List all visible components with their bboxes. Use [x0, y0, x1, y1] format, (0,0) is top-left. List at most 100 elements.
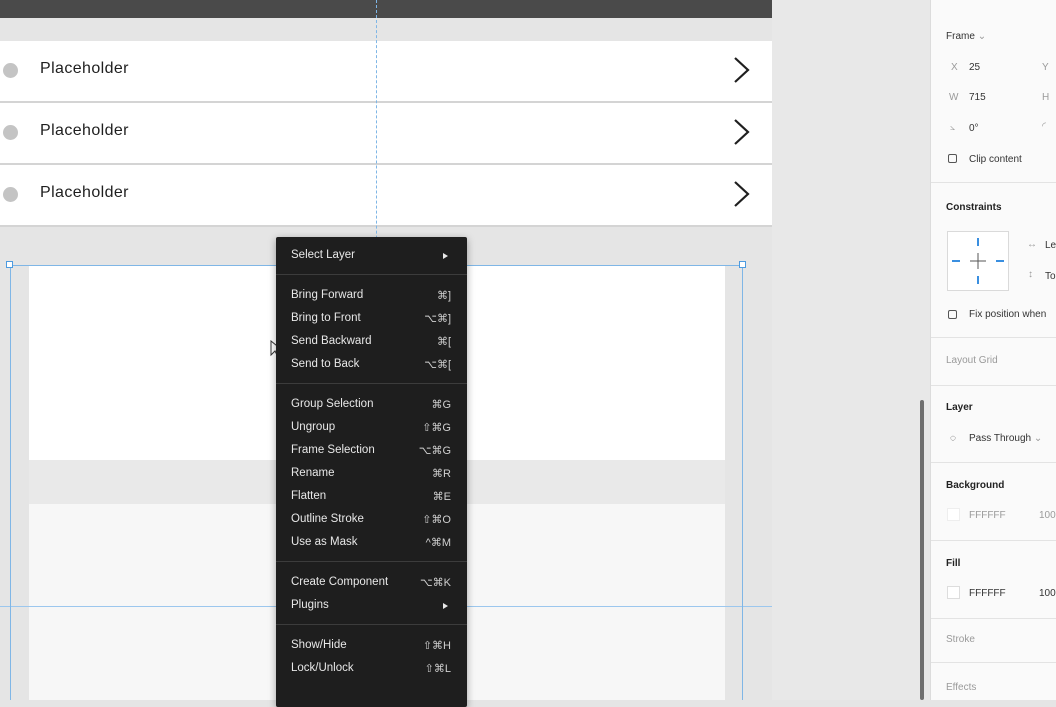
context-menu: Select Layer Bring Forward ⌘] Bring to Fron… [276, 237, 467, 707]
menu-item-label: Send Backward [291, 335, 372, 347]
menu-item-shortcut: ⇧⌘O [422, 514, 451, 526]
menu-item-rename[interactable]: Rename ⌘R [276, 464, 467, 484]
menu-item-label: Plugins [291, 599, 329, 611]
horizontal-constraint-select[interactable]: Le [1045, 240, 1056, 251]
menu-item-label: Outline Stroke [291, 513, 364, 525]
menu-item-shortcut: ⇧⌘G [422, 422, 451, 434]
x-input[interactable]: 25 [969, 62, 980, 73]
layout-grid-title[interactable]: Layout Grid [946, 355, 998, 366]
list-item[interactable]: Placeholder [0, 41, 772, 103]
menu-item-shortcut: ⌥⌘K [419, 577, 451, 589]
layer-title: Layer [946, 402, 973, 413]
fix-position-label: Fix position when [969, 309, 1047, 320]
status-dot-icon [3, 125, 18, 140]
fill-swatch[interactable] [947, 586, 960, 599]
menu-item-label: Flatten [291, 490, 327, 502]
w-label: W [949, 92, 959, 103]
menu-item-label: Frame Selection [291, 444, 375, 456]
blend-mode-value: Pass Through [969, 433, 1032, 444]
properties-panel: Frame ⌄ X 25 Y W 715 H ⦣ 0° ◜ Clip conte… [930, 0, 1056, 700]
background-opacity[interactable]: 100 [1039, 510, 1056, 521]
list-item-label: Placeholder [40, 60, 129, 77]
chevron-right-icon[interactable] [730, 117, 752, 147]
effects-section: Effects [931, 662, 1056, 700]
menu-item-label: Create Component [291, 576, 389, 588]
background-hex[interactable]: FFFFFF [969, 510, 1006, 521]
menu-item-show-hide[interactable]: Show/Hide ⇧⌘H [276, 636, 467, 656]
menu-item-label: Select Layer [291, 249, 355, 261]
menu-item-label: Use as Mask [291, 536, 358, 548]
vertical-constraint-icon: ↕ [1028, 269, 1033, 280]
stroke-title[interactable]: Stroke [946, 634, 975, 645]
chevron-down-icon: ⌄ [977, 31, 987, 42]
chevron-right-icon[interactable] [730, 55, 752, 85]
list-item-label: Placeholder [40, 184, 129, 201]
menu-item-label: Show/Hide [291, 639, 347, 651]
menu-item-group-selection[interactable]: Group Selection ⌘G [276, 395, 467, 415]
x-label: X [951, 62, 958, 73]
clip-content-checkbox[interactable] [948, 154, 957, 163]
menu-separator [276, 561, 467, 562]
w-input[interactable]: 715 [969, 92, 986, 103]
background-swatch[interactable] [947, 508, 960, 521]
menu-item-send-to-back[interactable]: Send to Back ⌥⌘[ [276, 355, 467, 375]
background-section: Background FFFFFF 100 [931, 462, 1056, 541]
menu-item-label: Bring to Front [291, 312, 361, 324]
menu-item-shortcut: ⌥⌘] [424, 313, 451, 325]
clip-content-label: Clip content [969, 154, 1022, 165]
menu-item-shortcut: ⌘[ [436, 336, 451, 348]
menu-item-frame-selection[interactable]: Frame Selection ⌥⌘G [276, 441, 467, 461]
menu-item-label: Rename [291, 467, 335, 479]
menu-item-create-component[interactable]: Create Component ⌥⌘K [276, 573, 467, 593]
menu-item-shortcut: ⇧⌘H [422, 640, 451, 652]
vertical-constraint-select[interactable]: To [1045, 271, 1056, 282]
menu-item-outline-stroke[interactable]: Outline Stroke ⇧⌘O [276, 510, 467, 530]
frame-title: Frame [946, 31, 975, 42]
menu-item-select-layer[interactable]: Select Layer [276, 246, 467, 266]
layout-grid-section: Layout Grid [931, 337, 1056, 386]
menu-item-send-backward[interactable]: Send Backward ⌘[ [276, 332, 467, 352]
menu-item-shortcut: ⌘R [432, 468, 451, 480]
list-item[interactable]: Placeholder [0, 103, 772, 165]
canvas-scrollbar[interactable] [920, 400, 924, 700]
dark-header-bar [0, 0, 772, 18]
h-label: H [1042, 92, 1050, 103]
menu-item-shortcut: ^⌘M [425, 537, 451, 549]
menu-item-label: Send to Back [291, 358, 360, 370]
resize-handle-top-left[interactable] [6, 261, 13, 268]
resize-handle-top-right[interactable] [739, 261, 746, 268]
menu-item-shortcut: ⌘] [436, 290, 451, 302]
layer-section: Layer ◌ Pass Through ⌄ [931, 385, 1056, 463]
stroke-section: Stroke [931, 618, 1056, 663]
fill-hex[interactable]: FFFFFF [969, 588, 1006, 599]
fill-opacity[interactable]: 100 [1039, 588, 1056, 599]
constraints-section: Constraints ↔ Le ↕ To Fix position when [931, 182, 1056, 338]
blend-mode-select[interactable]: Pass Through ⌄ [969, 433, 1042, 444]
rotation-input[interactable]: 0° [969, 123, 979, 134]
horizontal-constraint-icon: ↔ [1027, 239, 1037, 250]
fill-title: Fill [946, 558, 961, 569]
list-item[interactable]: Placeholder [0, 165, 772, 227]
status-dot-icon [3, 187, 18, 202]
fix-position-checkbox[interactable] [948, 310, 957, 319]
submenu-arrow-icon [443, 603, 448, 609]
frame-section: Frame ⌄ X 25 Y W 715 H ⦣ 0° ◜ Clip conte… [931, 0, 1056, 182]
canvas-gap [772, 0, 930, 700]
chevron-right-icon[interactable] [730, 179, 752, 209]
menu-item-shortcut: ⌘E [432, 491, 451, 503]
frame-dropdown[interactable]: Frame ⌄ [946, 31, 986, 42]
menu-separator [276, 383, 467, 384]
y-label: Y [1042, 62, 1049, 73]
constraints-widget[interactable] [947, 231, 1009, 291]
status-dot-icon [3, 63, 18, 78]
menu-item-use-as-mask[interactable]: Use as Mask ^⌘M [276, 533, 467, 553]
menu-item-flatten[interactable]: Flatten ⌘E [276, 487, 467, 507]
menu-item-bring-forward[interactable]: Bring Forward ⌘] [276, 286, 467, 306]
menu-item-ungroup[interactable]: Ungroup ⇧⌘G [276, 418, 467, 438]
menu-item-label: Group Selection [291, 398, 374, 410]
constraints-cross-icon [952, 238, 1004, 284]
menu-item-plugins[interactable]: Plugins [276, 596, 467, 616]
menu-item-bring-to-front[interactable]: Bring to Front ⌥⌘] [276, 309, 467, 329]
menu-item-lock-unlock[interactable]: Lock/Unlock ⇧⌘L [276, 659, 467, 679]
effects-title[interactable]: Effects [946, 682, 976, 693]
